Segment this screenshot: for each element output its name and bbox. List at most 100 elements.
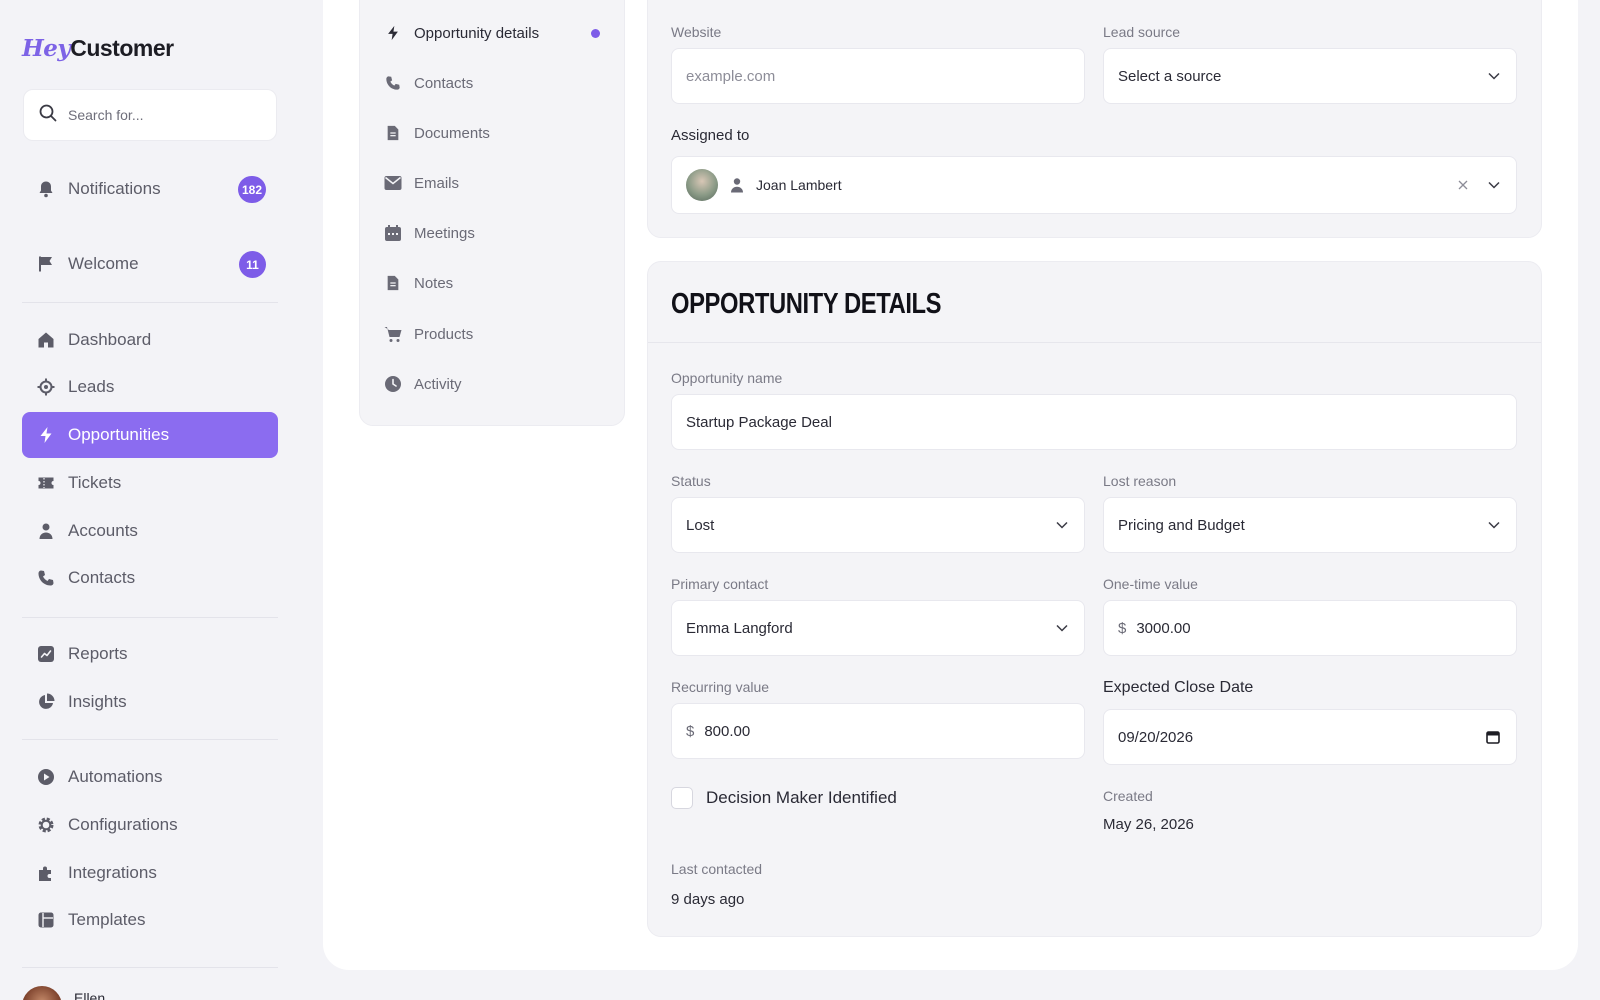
- mail-icon: [384, 174, 402, 192]
- tab-label: Activity: [414, 375, 462, 393]
- lightning-icon: [384, 24, 402, 42]
- tab-activity[interactable]: Activity: [384, 369, 614, 399]
- lost-reason-value: Pricing and Budget: [1118, 516, 1245, 534]
- tab-notes[interactable]: Notes: [384, 268, 614, 298]
- flag-icon: [36, 254, 56, 274]
- note-icon: [384, 274, 402, 292]
- lost-reason-select[interactable]: Pricing and Budget: [1103, 497, 1517, 553]
- sidebar-divider: [22, 302, 278, 303]
- ticket-icon: [36, 473, 56, 493]
- close-date-label: Expected Close Date: [1103, 679, 1254, 696]
- sidebar-item-label: Opportunities: [68, 425, 170, 444]
- one-time-value-input[interactable]: $ 3000.00: [1103, 600, 1517, 656]
- assigned-to-select[interactable]: Joan Lambert: [671, 156, 1517, 214]
- gear-icon: [36, 815, 56, 835]
- status-value: Lost: [686, 516, 715, 534]
- website-label: Website: [671, 24, 722, 40]
- chevron-down-icon: [1488, 519, 1500, 531]
- tab-contacts[interactable]: Contacts: [384, 68, 614, 98]
- clock-icon: [384, 375, 402, 393]
- last-contacted-value: 9 days ago: [671, 891, 745, 908]
- sidebar-item-tickets[interactable]: Tickets: [22, 460, 278, 506]
- lead-source-value: Select a source: [1118, 67, 1222, 85]
- play-circle-icon: [36, 767, 56, 787]
- tab-label: Emails: [414, 174, 460, 192]
- status-label: Status: [671, 473, 711, 489]
- sidebar-item-label: Configurations: [68, 815, 178, 834]
- search-icon: [39, 104, 57, 127]
- search-input[interactable]: Search for...: [23, 89, 277, 141]
- chevron-down-icon: [1488, 70, 1500, 82]
- clear-icon[interactable]: [1458, 180, 1468, 190]
- sidebar-item-label: Dashboard: [68, 330, 152, 349]
- tab-label: Notes: [414, 274, 454, 292]
- primary-contact-select[interactable]: Emma Langford: [671, 600, 1085, 656]
- user-icon: [36, 521, 56, 541]
- last-contacted-label: Last contacted: [671, 861, 763, 877]
- sidebar-item-accounts[interactable]: Accounts: [22, 508, 278, 554]
- user-profile[interactable]: Ellen: [22, 986, 105, 1000]
- tab-emails[interactable]: Emails: [384, 168, 614, 198]
- tab-label: Contacts: [414, 74, 474, 92]
- user-name: Ellen: [74, 990, 106, 1000]
- close-date-value: 09/20/2026: [1118, 728, 1194, 746]
- sidebar-item-automations[interactable]: Automations: [22, 754, 278, 800]
- calendar-icon: [384, 224, 402, 242]
- sidebar-item-insights[interactable]: Insights: [22, 679, 278, 725]
- tab-meetings[interactable]: Meetings: [384, 218, 614, 248]
- status-select[interactable]: Lost: [671, 497, 1085, 553]
- recurring-value: 800.00: [704, 722, 751, 740]
- sidebar-item-templates[interactable]: Templates: [22, 897, 278, 943]
- sidebar-item-welcome[interactable]: Welcome 11: [22, 241, 278, 287]
- sidebar-divider: [22, 739, 278, 740]
- currency-symbol: $: [686, 722, 695, 740]
- primary-contact-value: Emma Langford: [686, 619, 793, 637]
- one-time-value: 3000.00: [1136, 619, 1191, 637]
- tab-opportunity-details[interactable]: Opportunity details: [384, 18, 614, 48]
- sidebar-item-reports[interactable]: Reports: [22, 631, 278, 677]
- notifications-count-badge: 182: [237, 176, 266, 203]
- chevron-down-icon[interactable]: [1488, 179, 1500, 191]
- sidebar-item-label: Templates: [68, 910, 146, 929]
- sidebar-item-contacts[interactable]: Contacts: [22, 555, 278, 601]
- template-icon: [36, 910, 56, 930]
- assignee-avatar: [686, 169, 718, 201]
- close-date-input[interactable]: 09/20/2026: [1103, 709, 1517, 765]
- sidebar-item-label: Welcome: [68, 254, 139, 273]
- sidebar-item-dashboard[interactable]: Dashboard: [22, 317, 278, 363]
- card-divider: [648, 342, 1541, 343]
- sidebar-item-opportunities[interactable]: Opportunities: [22, 412, 278, 458]
- sidebar-item-label: Notifications: [68, 179, 161, 198]
- sidebar-item-integrations[interactable]: Integrations: [22, 850, 278, 896]
- sidebar-item-label: Tickets: [68, 473, 122, 492]
- tab-label: Products: [414, 325, 474, 343]
- logo-customer: Customer: [70, 34, 174, 61]
- phone-icon: [384, 74, 402, 92]
- opportunity-name-input[interactable]: Startup Package Deal: [671, 394, 1517, 450]
- lightning-icon: [36, 425, 56, 445]
- sidebar-item-notifications[interactable]: Notifications 182: [22, 166, 278, 212]
- target-icon: [36, 377, 56, 397]
- one-time-value-label: One-time value: [1103, 576, 1198, 592]
- section-title: OPPORTUNITY DETAILS: [671, 288, 942, 320]
- phone-icon: [36, 568, 56, 588]
- tab-products[interactable]: Products: [384, 319, 614, 349]
- app-logo[interactable]: Hey Customer: [22, 30, 174, 66]
- decision-maker-checkbox[interactable]: [671, 787, 693, 809]
- lead-source-select[interactable]: Select a source: [1103, 48, 1517, 104]
- sidebar-item-leads[interactable]: Leads: [22, 364, 278, 410]
- chart-line-icon: [36, 644, 56, 664]
- sidebar-item-label: Accounts: [68, 521, 138, 540]
- sidebar-item-label: Integrations: [68, 863, 157, 882]
- sidebar-item-label: Automations: [68, 767, 163, 786]
- recurring-value-input[interactable]: $ 800.00: [671, 703, 1085, 759]
- decision-maker-label: Decision Maker Identified: [706, 788, 897, 807]
- website-input[interactable]: example.com: [671, 48, 1085, 104]
- sidebar-item-configurations[interactable]: Configurations: [22, 802, 278, 848]
- tab-documents[interactable]: Documents: [384, 118, 614, 148]
- opportunity-name-label: Opportunity name: [671, 370, 783, 386]
- puzzle-icon: [36, 863, 56, 883]
- calendar-icon[interactable]: [1486, 731, 1500, 744]
- sidebar-item-label: Insights: [68, 692, 127, 711]
- sidebar-item-label: Leads: [68, 377, 115, 396]
